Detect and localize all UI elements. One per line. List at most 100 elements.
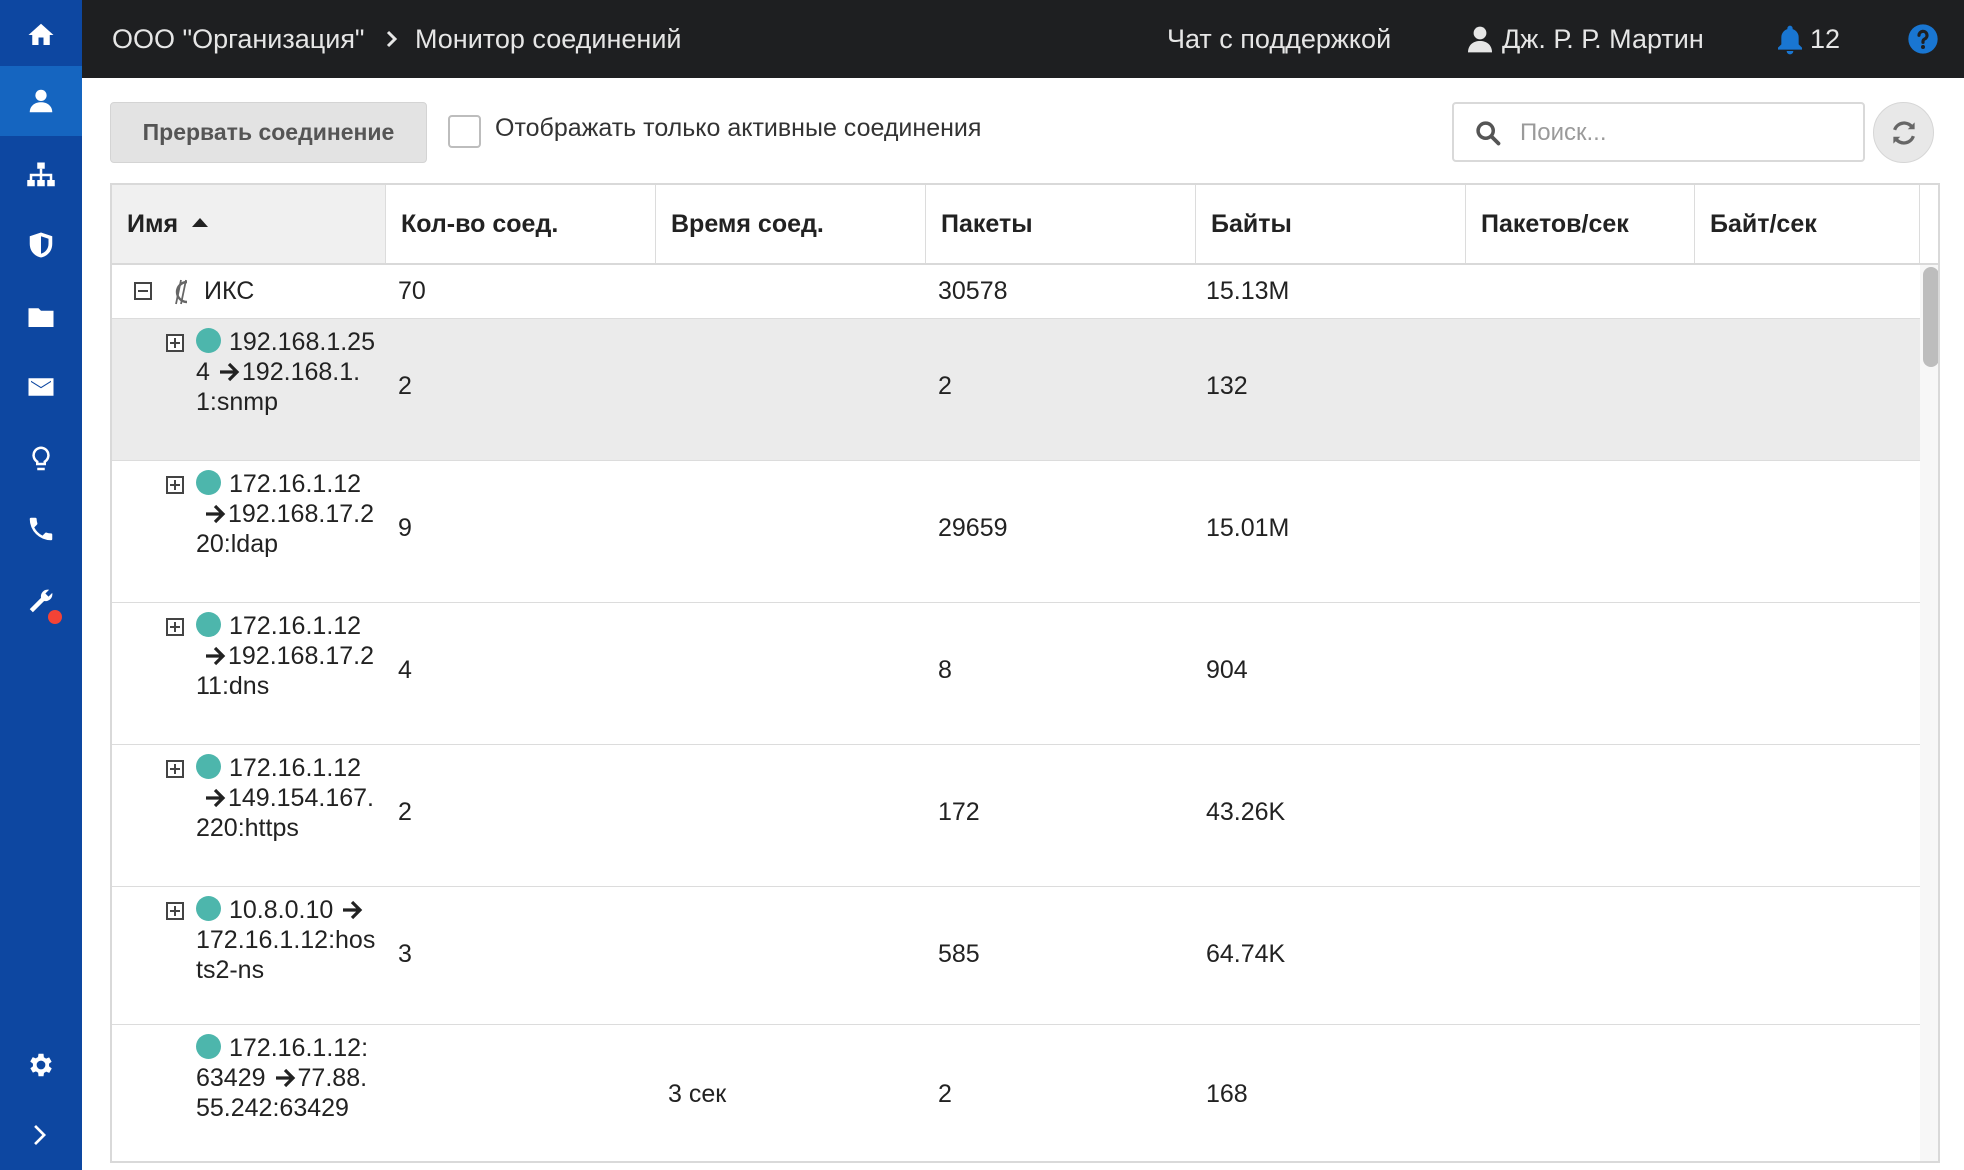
sidebar-expand-button[interactable] [0,1100,82,1170]
sidebar-item-telephony[interactable] [0,494,82,564]
sidebar [0,0,82,1170]
table-header: Имя Кол-во соед. Время соед. Пакеты Байт… [112,185,1938,265]
arrow-right-icon [204,502,228,524]
table-row[interactable]: 172.16.1.12:63429 77.88.55.242:63429 3 се… [112,1025,1920,1161]
row-packets: 2 [938,1080,952,1108]
column-header-bytes[interactable]: Байты [1196,185,1466,263]
breadcrumb-organization[interactable]: ООО "Организация" [112,0,365,78]
shield-icon [29,232,53,258]
search-input[interactable] [1520,114,1850,152]
row-bytes: 904 [1206,656,1248,684]
row-bytes: 64.74K [1206,940,1286,968]
row-bytes: 43.26K [1206,798,1286,826]
sidebar-item-mail[interactable] [0,352,82,422]
column-header-connections[interactable]: Кол-во соед. [386,185,656,263]
arrow-right-icon [204,786,228,808]
column-header-packets-per-sec[interactable]: Пакетов/сек [1466,185,1695,263]
sidebar-item-ideas[interactable] [0,424,82,494]
row-packets: 29659 [938,514,1008,542]
row-packets: 2 [938,372,952,400]
sidebar-item-security[interactable] [0,210,82,280]
row-connections: 4 [398,656,412,684]
column-header-bytes-per-sec[interactable]: Байт/сек [1695,185,1920,263]
table-row-root[interactable]: ИКС 70 30578 15.13M [112,265,1920,319]
arrow-right-icon [218,360,242,382]
arrow-right-icon [274,1066,298,1088]
table-row[interactable]: 192.168.1.254 192.168.1.1:snmp 2 2 132 [112,319,1920,461]
connection-name: 172.16.1.12149.154.167.220:https [196,754,374,842]
connection-name: 172.16.1.12:63429 77.88.55.242:63429 [196,1034,369,1122]
user-avatar-icon [1464,23,1496,55]
sidebar-item-home[interactable] [0,0,82,70]
status-dot-icon [196,328,221,353]
phone-icon [29,517,53,541]
row-packets: 585 [938,940,980,968]
sidebar-item-network[interactable] [0,140,82,210]
connection-name: 192.168.1.254 192.168.1.1:snmp [196,328,375,416]
column-header-name[interactable]: Имя [112,185,386,263]
search-box [1452,102,1865,162]
row-name: ИКС [204,277,255,305]
row-connections: 70 [398,277,426,305]
mail-icon [28,378,54,396]
folder-icon [28,308,54,327]
status-dot-icon [196,896,221,921]
arrow-right-icon [204,644,228,666]
expand-toggle[interactable] [166,760,184,778]
network-icon [27,162,55,187]
user-menu[interactable]: Дж. Р. Р. Мартин [1502,0,1704,78]
refresh-button[interactable] [1873,102,1934,163]
user-icon [29,89,53,113]
connection-name: 172.16.1.12192.168.17.220:ldap [196,470,374,558]
arrow-right-icon [341,898,365,920]
column-header-packets[interactable]: Пакеты [926,185,1196,263]
ics-logo-icon [175,279,188,305]
support-chat-link[interactable]: Чат с поддержкой [1167,0,1391,78]
lightbulb-icon [32,446,50,471]
sort-ascending-icon [192,217,209,227]
row-connections: 9 [398,514,412,542]
expand-toggle[interactable] [166,618,184,636]
gear-icon [30,1053,52,1077]
notifications-count[interactable]: 12 [1810,0,1840,78]
sidebar-item-files[interactable] [0,282,82,352]
expand-toggle[interactable] [166,902,184,920]
status-dot-icon [196,612,221,637]
connection-name: 10.8.0.10172.16.1.12:hosts2-ns [196,896,376,984]
row-connections: 2 [398,372,412,400]
bell-icon[interactable] [1774,23,1806,55]
break-connection-button[interactable]: Прервать соединение [110,102,427,163]
table-row[interactable]: 172.16.1.12149.154.167.220:https 2 172 4… [112,745,1920,887]
expand-toggle[interactable] [166,334,184,352]
table-scrollbar[interactable] [1920,265,1938,1161]
search-icon [1476,121,1501,146]
active-only-label[interactable]: Отображать только активные соединения [495,114,981,143]
row-time: 3 сек [668,1080,727,1108]
table-scrollbar-thumb[interactable] [1923,267,1938,367]
breadcrumb-separator-icon [385,27,399,51]
refresh-icon [1892,120,1915,145]
active-only-checkbox[interactable] [448,115,481,148]
home-icon [28,23,54,45]
row-packets: 172 [938,798,980,826]
breadcrumb-current-page: Монитор соединений [415,24,682,54]
sidebar-item-tools[interactable] [0,566,82,636]
chevron-right-icon [34,1125,46,1145]
table-row[interactable]: 10.8.0.10172.16.1.12:hosts2-ns 3 585 64.… [112,887,1920,1025]
row-bytes: 15.01M [1206,514,1290,542]
sidebar-item-settings[interactable] [0,1030,82,1100]
table-row[interactable]: 172.16.1.12192.168.17.211:dns 4 8 904 [112,603,1920,745]
table-row[interactable]: 172.16.1.12192.168.17.220:ldap 9 29659 1… [112,461,1920,603]
connections-table: Имя Кол-во соед. Время соед. Пакеты Байт… [110,183,1940,1163]
row-connections: 2 [398,798,412,826]
connection-name: 172.16.1.12192.168.17.211:dns [196,612,374,700]
row-packets: 30578 [938,277,1008,305]
status-dot-icon [196,1034,221,1059]
row-packets: 8 [938,656,952,684]
expand-toggle[interactable] [166,476,184,494]
sidebar-item-users[interactable] [0,66,82,136]
collapse-toggle[interactable] [134,282,152,300]
help-icon[interactable] [1907,23,1939,55]
row-connections: 3 [398,940,412,968]
column-header-time[interactable]: Время соед. [656,185,926,263]
